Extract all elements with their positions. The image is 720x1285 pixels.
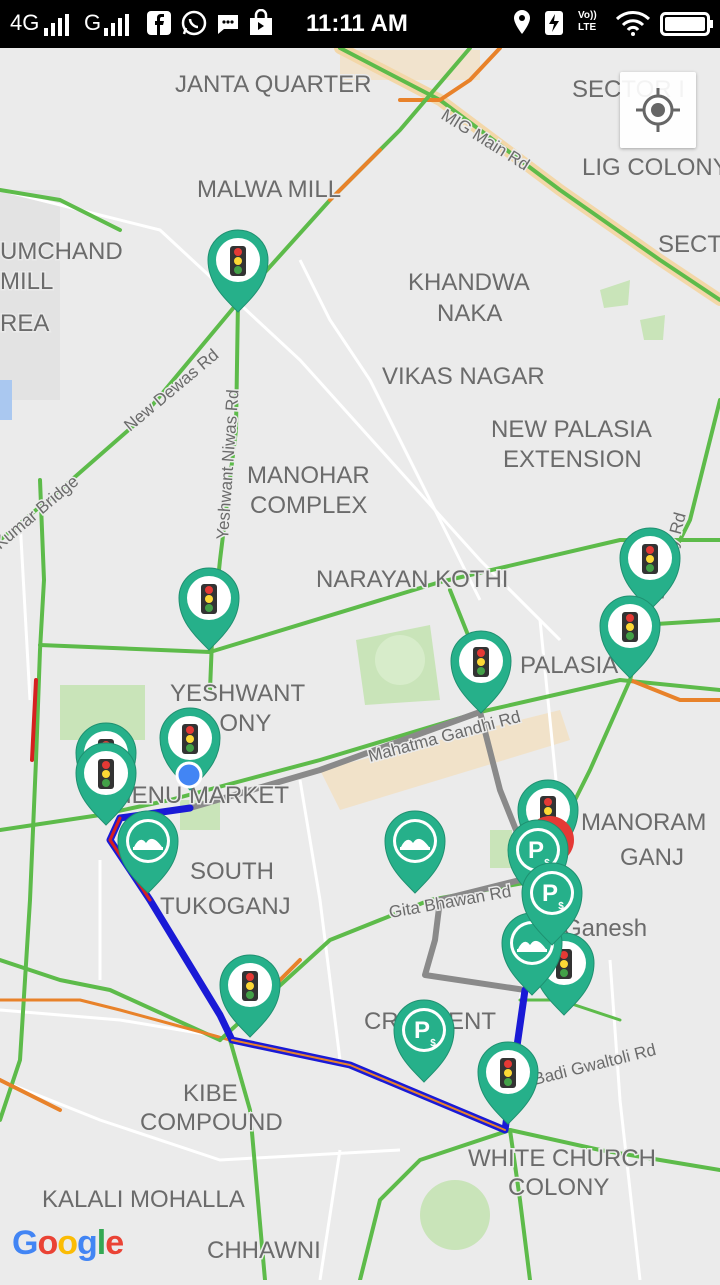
label-white-church-colony: COLONY [508, 1174, 609, 1201]
label-kibe: KIBE [183, 1080, 238, 1107]
status-bar: 4G G 11:11 AM Vo)) LTE [0, 0, 720, 48]
label-rea: REA [0, 310, 49, 337]
label-khandwa: KHANDWA [408, 269, 530, 296]
chat-icon [218, 15, 238, 34]
label-malwa-mill: MALWA MILL [197, 176, 341, 203]
label-narayan-kothi: NARAYAN KOTHI [316, 566, 508, 593]
network-type-2: G [84, 10, 102, 35]
label-new-palasia: NEW PALASIA [491, 416, 652, 443]
label-janta-quarter: JANTA QUARTER [175, 71, 371, 98]
facebook-icon [147, 11, 171, 35]
volte-indicator: Vo)) LTE [578, 10, 597, 33]
label-compound: COMPOUND [140, 1109, 283, 1136]
label-ganj: GANJ [620, 844, 684, 871]
signal-icon-2 [104, 14, 129, 36]
current-location-dot [175, 761, 203, 789]
label-mill: MILL [0, 268, 53, 295]
label-extension: EXTENSION [503, 446, 642, 473]
label-umchand: UMCHAND [0, 238, 123, 265]
signal-icon [44, 14, 69, 36]
label-kalali-mohalla: KALALI MOHALLA [42, 1186, 245, 1213]
store-bag-icon [250, 9, 272, 35]
label-manoram: MANORAM [581, 809, 706, 836]
map-canvas[interactable]: P $ [0, 42, 720, 1282]
label-naka: NAKA [437, 300, 502, 327]
label-palasia: PALASIA [520, 652, 618, 679]
map-view[interactable]: P $ [0, 42, 720, 1282]
label-tukoganj: TUKOGANJ [160, 893, 291, 920]
google-logo: Google [12, 1224, 124, 1262]
clock: 11:11 AM [306, 10, 408, 37]
location-icon [514, 10, 530, 34]
battery-icon [660, 12, 713, 36]
network-type-1: 4G [10, 10, 40, 35]
data-saver-icon [545, 11, 563, 35]
label-white-church: WHITE CHURCH [468, 1145, 656, 1172]
wifi-icon [615, 11, 651, 36]
label-lig-colony: LIG COLONY [582, 154, 720, 181]
label-secto: SECTO [658, 231, 720, 258]
label-chhawni: CHHAWNI [207, 1237, 321, 1264]
crosshair-icon [636, 88, 680, 132]
label-south: SOUTH [190, 858, 274, 885]
label-complex: COMPLEX [250, 492, 367, 519]
my-location-button[interactable] [620, 72, 696, 148]
label-manohar: MANOHAR [247, 462, 370, 489]
label-yeshwant: YESHWANT [170, 680, 305, 707]
label-vikas-nagar: VIKAS NAGAR [382, 363, 545, 390]
whatsapp-icon [181, 10, 207, 36]
